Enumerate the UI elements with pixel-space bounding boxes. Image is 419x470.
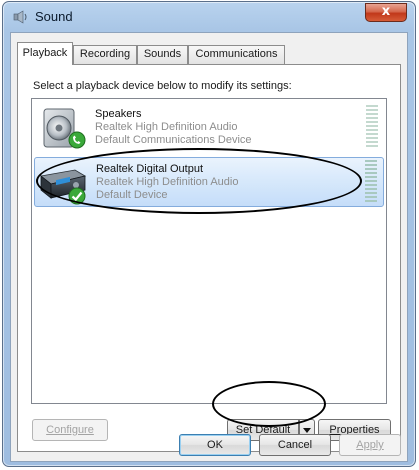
device-status: Default Device bbox=[96, 189, 168, 201]
volume-meter bbox=[365, 160, 377, 204]
tab-communications[interactable]: Communications bbox=[188, 45, 285, 64]
title-bar[interactable]: Sound x bbox=[3, 2, 415, 32]
close-icon: x bbox=[381, 4, 391, 19]
tab-label: Communications bbox=[195, 48, 278, 60]
phone-status-icon bbox=[68, 131, 86, 152]
tab-label: Playback bbox=[22, 47, 68, 59]
device-driver: Realtek High Definition Audio bbox=[96, 176, 239, 188]
device-name: Realtek Digital Output bbox=[96, 163, 203, 175]
cancel-button[interactable]: Cancel bbox=[259, 434, 331, 456]
tab-sounds[interactable]: Sounds bbox=[137, 45, 188, 64]
tab-label: Recording bbox=[79, 48, 131, 60]
tab-label: Sounds bbox=[143, 48, 182, 60]
device-speakers[interactable]: Speakers Realtek High Definition Audio D… bbox=[34, 103, 384, 153]
instruction-text: Select a playback device below to modify… bbox=[33, 80, 292, 92]
button-label: OK bbox=[207, 439, 223, 451]
device-list[interactable]: Speakers Realtek High Definition Audio D… bbox=[31, 98, 387, 404]
button-label: Apply bbox=[356, 439, 384, 451]
button-label: Cancel bbox=[277, 439, 313, 451]
default-check-icon bbox=[68, 187, 86, 208]
dialog-client-area: Playback Recording Sounds Communications… bbox=[10, 32, 408, 462]
device-name: Speakers bbox=[95, 108, 142, 120]
device-status: Default Communications Device bbox=[95, 134, 252, 146]
apply-button[interactable]: Apply bbox=[339, 434, 401, 456]
ok-button[interactable]: OK bbox=[179, 434, 251, 456]
sound-app-icon bbox=[13, 10, 29, 24]
sound-dialog: Sound x Playback Recording Sounds Commun… bbox=[2, 1, 416, 467]
chevron-down-icon bbox=[303, 428, 311, 433]
playback-panel: Select a playback device below to modify… bbox=[17, 64, 401, 452]
button-label: Configure bbox=[46, 424, 94, 436]
tab-playback[interactable]: Playback bbox=[17, 42, 73, 65]
close-button[interactable]: x bbox=[365, 3, 407, 22]
device-driver: Realtek High Definition Audio bbox=[95, 121, 238, 133]
device-digital-output[interactable]: Realtek Digital Output Realtek High Defi… bbox=[34, 157, 384, 207]
configure-button[interactable]: Configure bbox=[32, 419, 108, 441]
tab-recording[interactable]: Recording bbox=[73, 45, 137, 64]
window-title: Sound bbox=[35, 9, 73, 24]
volume-meter bbox=[366, 105, 378, 149]
